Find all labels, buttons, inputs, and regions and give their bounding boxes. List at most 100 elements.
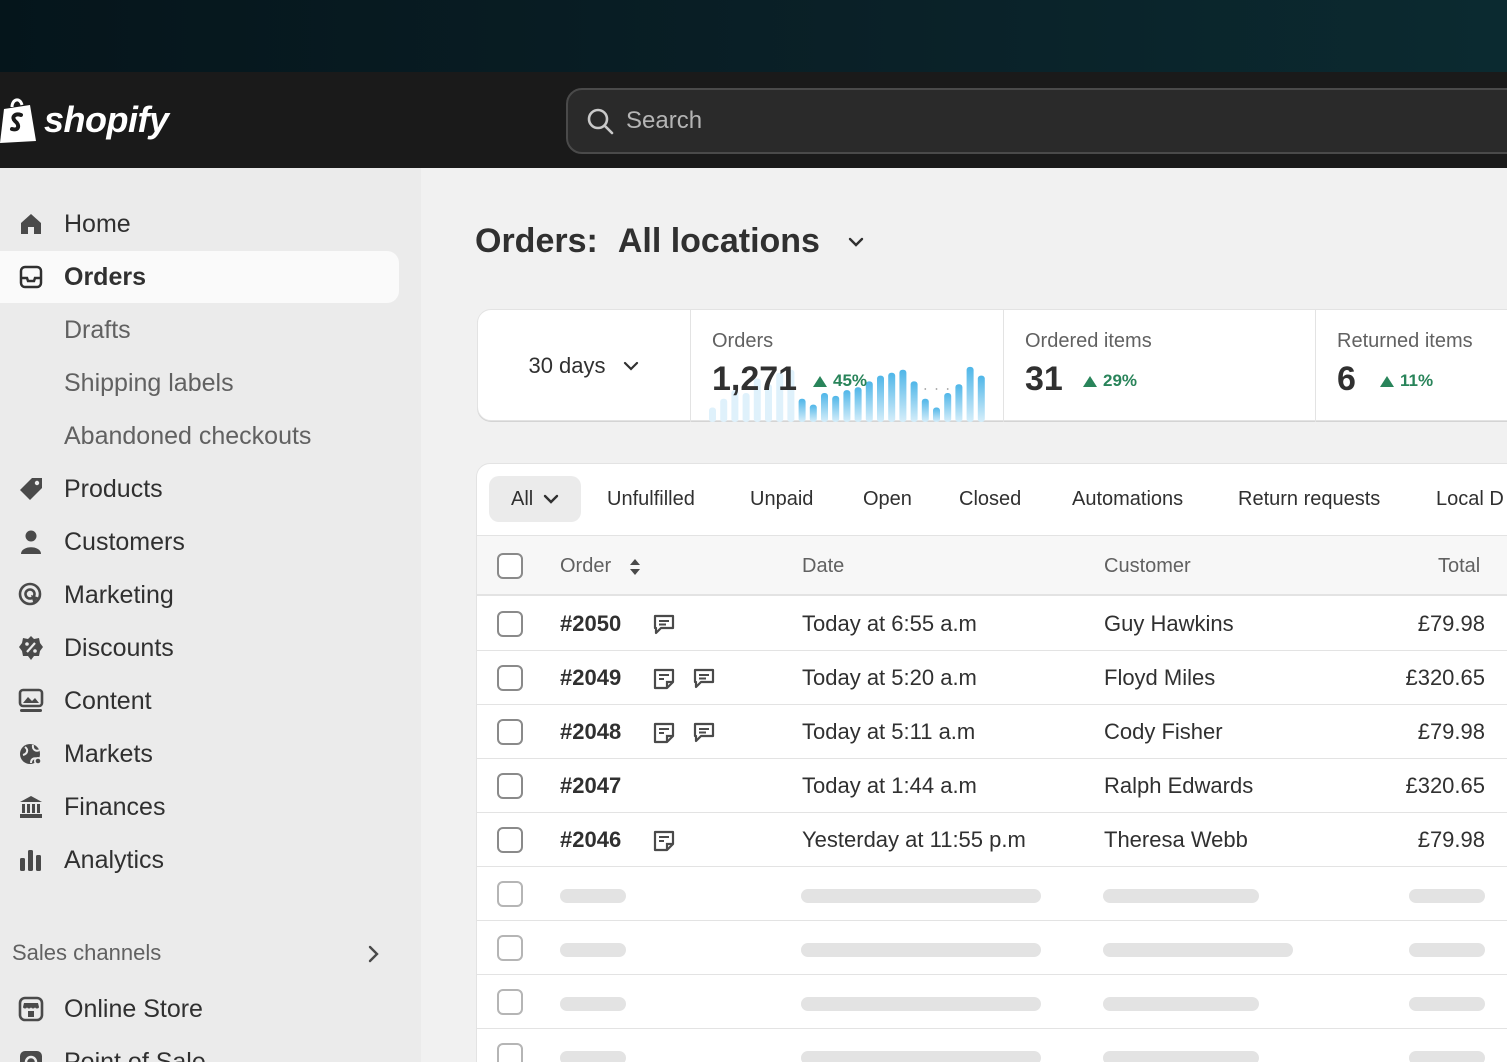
main-content: Orders: All locations 30 days Orders 1,2… [421, 168, 1507, 1062]
table-row[interactable]: #2050 Today at 6:55 a.m Guy Hawkins £79.… [477, 597, 1507, 651]
row-checkbox[interactable] [497, 611, 523, 637]
tab-open[interactable]: Open [863, 476, 912, 522]
stat-delta: 11% [1380, 371, 1433, 391]
order-customer: Ralph Edwards [1104, 773, 1253, 799]
chevron-right-icon[interactable] [364, 944, 384, 964]
column-order[interactable]: Order [560, 555, 611, 578]
stat-label: Ordered items [1025, 330, 1152, 353]
search-bar[interactable]: Search [566, 88, 1507, 154]
sparkline-bar [720, 399, 727, 422]
row-checkbox[interactable] [497, 989, 523, 1015]
tab-label: All [511, 488, 533, 511]
sidebar-item-label: Content [64, 687, 152, 716]
sidebar-item-marketing[interactable]: Marketing [0, 569, 399, 621]
table-row[interactable]: #2047 Today at 1:44 a.m Ralph Edwards £3… [477, 759, 1507, 813]
sidebar-item-online-store[interactable]: Online Store [0, 983, 399, 1035]
period-selector[interactable]: 30 days [478, 310, 690, 422]
sidebar-item-shipping-labels[interactable]: Shipping labels [0, 357, 399, 409]
sparkline-bar [709, 408, 716, 423]
skeleton-bar [801, 997, 1041, 1011]
stat-ordered-items[interactable]: Ordered items 31 29% [1003, 310, 1315, 422]
sparkline-bar [832, 396, 839, 422]
sidebar-item-markets[interactable]: Markets [0, 728, 399, 780]
stat-label: Returned items [1337, 330, 1473, 353]
sidebar-item-label: Analytics [64, 846, 164, 875]
sidebar-item-label: Point of Sale [64, 1048, 206, 1062]
order-date: Today at 6:55 a.m [802, 611, 977, 637]
skeleton-row [477, 921, 1507, 975]
sidebar-item-orders[interactable]: Orders [0, 251, 399, 303]
sidebar-item-finances[interactable]: Finances [0, 781, 399, 833]
sidebar-item-home[interactable]: Home [0, 198, 399, 250]
sidebar-item-products[interactable]: Products [0, 463, 399, 515]
row-checkbox[interactable] [497, 719, 523, 745]
row-checkbox[interactable] [497, 827, 523, 853]
order-date: Today at 5:11 a.m [802, 719, 975, 745]
skeleton-bar [1409, 1051, 1485, 1062]
sort-icon[interactable] [629, 558, 641, 576]
table-row[interactable]: #2049 Today at 5:20 a.m Floyd Miles £320… [477, 651, 1507, 705]
skeleton-row [477, 867, 1507, 921]
skeleton-bar [560, 997, 626, 1011]
tab-automations[interactable]: Automations [1072, 476, 1183, 522]
row-checkbox[interactable] [497, 665, 523, 691]
sidebar-item-abandoned-checkouts[interactable]: Abandoned checkouts [0, 410, 399, 462]
stat-returned-items[interactable]: Returned items 6 11% [1315, 310, 1507, 422]
order-number[interactable]: #2050 [560, 611, 621, 637]
note-icon [651, 828, 677, 854]
sparkline-bar [944, 393, 951, 422]
row-checkbox[interactable] [497, 935, 523, 961]
column-total[interactable]: Total [1438, 555, 1480, 578]
sparkline-bar [843, 390, 850, 422]
skeleton-bar [1103, 1051, 1259, 1062]
comment-icon [691, 720, 717, 746]
chevron-down-icon[interactable] [846, 232, 866, 252]
order-customer: Floyd Miles [1104, 665, 1215, 691]
order-customer: Cody Fisher [1104, 719, 1223, 745]
tab-unfulfilled[interactable]: Unfulfilled [607, 476, 695, 522]
page-title[interactable]: Orders: All locations [475, 222, 866, 261]
row-checkbox[interactable] [497, 773, 523, 799]
select-all-checkbox[interactable] [497, 553, 523, 579]
stat-orders[interactable]: Orders 1,271 45% [690, 310, 1003, 422]
order-total: £320.65 [1405, 773, 1485, 799]
image-icon [18, 688, 44, 714]
sidebar-item-label: Online Store [64, 995, 203, 1024]
row-checkbox[interactable] [497, 1043, 523, 1062]
order-number[interactable]: #2046 [560, 827, 621, 853]
table-row[interactable]: #2048 Today at 5:11 a.m Cody Fisher £79.… [477, 705, 1507, 759]
tab-unpaid[interactable]: Unpaid [750, 476, 813, 522]
order-number[interactable]: #2047 [560, 773, 621, 799]
tab-all[interactable]: All [489, 476, 581, 522]
sidebar-item-discounts[interactable]: Discounts [0, 622, 399, 674]
skeleton-bar [801, 889, 1041, 903]
globe-icon [18, 741, 44, 767]
skeleton-row [477, 975, 1507, 1029]
sidebar-item-point-of-sale[interactable]: Point of Sale [0, 1036, 399, 1062]
column-customer[interactable]: Customer [1104, 555, 1191, 578]
tab-local-delivery[interactable]: Local D [1436, 476, 1504, 522]
skeleton-bar [801, 943, 1041, 957]
comment-icon [691, 666, 717, 692]
chevron-down-icon [622, 357, 640, 375]
trend-up-icon [1083, 376, 1097, 387]
order-total: £79.98 [1418, 827, 1485, 853]
sidebar-item-label: Discounts [64, 634, 174, 663]
sidebar-item-customers[interactable]: Customers [0, 516, 399, 568]
stat-label: Orders [712, 330, 773, 353]
sidebar-item-analytics[interactable]: Analytics [0, 834, 399, 886]
column-date[interactable]: Date [802, 555, 844, 578]
shopify-logo[interactable]: shopify [0, 97, 169, 143]
order-number[interactable]: #2049 [560, 665, 621, 691]
sidebar: Home Orders Drafts Shipping labels Aband… [0, 168, 421, 1062]
inbox-icon [18, 264, 44, 290]
sidebar-item-drafts[interactable]: Drafts [0, 304, 399, 356]
row-checkbox[interactable] [497, 881, 523, 907]
order-total: £320.65 [1405, 665, 1485, 691]
sidebar-item-content[interactable]: Content [0, 675, 399, 727]
table-row[interactable]: #2046 Yesterday at 11:55 p.m Theresa Web… [477, 813, 1507, 867]
order-number[interactable]: #2048 [560, 719, 621, 745]
chevron-down-icon [543, 491, 559, 507]
tab-closed[interactable]: Closed [959, 476, 1021, 522]
tab-return-requests[interactable]: Return requests [1238, 476, 1380, 522]
